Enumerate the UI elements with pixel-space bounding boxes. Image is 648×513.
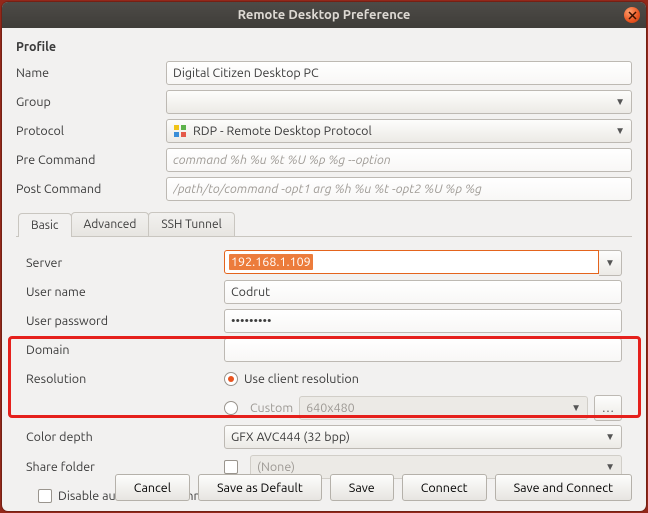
name-field[interactable] [166,61,632,85]
resolution-more-button[interactable]: … [594,395,622,421]
page-title: Remote Desktop Preference [238,8,411,22]
save-button[interactable]: Save [330,474,394,501]
disable-reconnect-check[interactable] [38,489,52,503]
server-field[interactable]: 192.168.1.109 [224,250,599,274]
chevron-down-icon: ▼ [615,125,625,137]
resolution-client-radio[interactable] [224,372,238,386]
connect-button[interactable]: Connect [402,474,487,501]
save-connect-button[interactable]: Save and Connect [495,474,632,501]
tabs: Basic Advanced SSH Tunnel [16,212,632,237]
save-default-button[interactable]: Save as Default [198,474,322,501]
protocol-combo[interactable]: RDP - Remote Desktop Protocol ▼ [166,119,632,143]
rdp-icon [173,124,187,138]
resolution-client-label: Use client resolution [244,372,359,386]
sharefolder-check[interactable] [224,460,238,474]
close-button[interactable] [624,7,640,23]
close-icon [628,11,637,20]
username-field[interactable] [224,280,622,304]
group-combo[interactable]: ▼ [166,90,632,114]
server-label: Server [26,256,224,270]
postcommand-label: Post Command [16,182,166,196]
protocol-label: Protocol [16,124,166,138]
cancel-button[interactable]: Cancel [115,474,190,501]
precommand-label: Pre Command [16,153,166,167]
colordepth-label: Color depth [26,430,224,444]
tab-ssh[interactable]: SSH Tunnel [148,212,234,236]
chevron-down-icon: ▼ [605,431,615,443]
resolution-label: Resolution [26,372,224,386]
tab-advanced[interactable]: Advanced [71,212,150,236]
server-history-button[interactable]: ▼ [599,250,622,276]
postcommand-field[interactable] [166,177,632,201]
chevron-down-icon: ▼ [605,461,615,473]
domain-label: Domain [26,343,224,357]
precommand-field[interactable] [166,148,632,172]
profile-heading: Profile [16,40,632,54]
resolution-custom-combo[interactable]: 640x480▼ [299,396,588,420]
resolution-custom-radio[interactable] [224,401,238,415]
tab-basic[interactable]: Basic [18,213,72,237]
password-field[interactable] [224,309,622,333]
name-label: Name [16,66,166,80]
sharefolder-label: Share folder [26,460,224,474]
group-label: Group [16,95,166,109]
chevron-down-icon: ▼ [571,402,581,414]
resolution-custom-label: Custom [250,401,293,415]
colordepth-combo[interactable]: GFX AVC444 (32 bpp)▼ [224,425,622,449]
chevron-down-icon: ▼ [615,96,625,108]
password-label: User password [26,314,224,328]
username-label: User name [26,285,224,299]
domain-field[interactable] [224,338,622,362]
